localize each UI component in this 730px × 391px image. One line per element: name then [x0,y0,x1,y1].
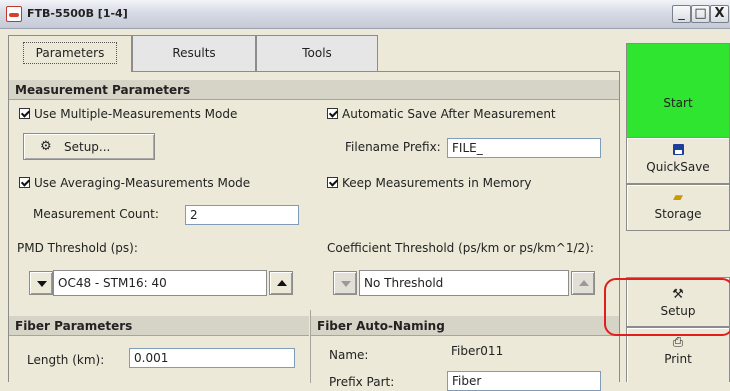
pmd-decrease-button[interactable] [29,271,53,295]
keep-memory-label: Keep Measurements in Memory [342,176,532,190]
keep-memory-check[interactable] [327,177,338,188]
coefficient-increase-button[interactable] [571,271,595,295]
pmd-increase-button[interactable] [269,271,293,295]
parameters-panel: Measurement Parameters Use Multiple-Meas… [8,71,620,391]
coefficient-threshold-label: Coefficient Threshold (ps/km or ps/km^1/… [327,241,594,255]
keep-memory-checkbox[interactable]: Keep Measurements in Memory [327,176,531,190]
folder-icon: ▰ [673,190,683,205]
maximize-button[interactable]: □ [691,5,710,23]
filename-prefix-label: Filename Prefix: [345,140,441,154]
length-label: Length (km): [27,353,105,367]
minimize-button[interactable]: _ [672,5,691,23]
averaging-label: Use Averaging-Measurements Mode [34,176,251,190]
name-label: Name: [329,348,369,362]
tab-parameters-label: Parameters [22,42,118,64]
tab-tools[interactable]: Tools [256,35,378,71]
print-label: Print [664,352,692,366]
prefix-part-input[interactable]: Fiber [447,371,601,391]
name-value: Fiber011 [451,344,504,358]
measurement-parameters-heading: Measurement Parameters [9,80,619,100]
window-title: FTB-5500B [1-4] [27,7,128,20]
measurement-count-input[interactable]: 2 [185,205,299,225]
fiber-auto-naming-heading: Fiber Auto-Naming [311,316,619,336]
app-icon [6,6,22,22]
tab-parameters[interactable]: Parameters [8,35,132,72]
storage-button[interactable]: ▰ Storage [626,184,730,231]
quicksave-label: QuickSave [646,160,710,174]
averaging-checkbox[interactable]: Use Averaging-Measurements Mode [19,176,250,190]
pmd-threshold-label: PMD Threshold (ps): [17,241,138,255]
length-input[interactable]: 0.001 [129,348,295,368]
auto-save-checkbox[interactable]: Automatic Save After Measurement [327,107,556,121]
settings-icon: ⚙ [40,139,52,154]
setup-button[interactable]: ⚙ Setup... [23,133,155,160]
measurement-count-label: Measurement Count: [33,207,159,221]
fiber-parameters-heading: Fiber Parameters [9,316,309,336]
title-bar: FTB-5500B [1-4] _ □ X [0,0,730,29]
quicksave-button[interactable]: QuickSave [626,137,730,184]
coefficient-decrease-button[interactable] [333,271,357,295]
coefficient-threshold-select[interactable]: No Threshold [359,270,569,296]
averaging-check[interactable] [19,177,30,188]
pmd-threshold-select[interactable]: OC48 - STM16: 40 [53,270,267,296]
filename-prefix-input[interactable]: FILE_ [447,138,601,158]
auto-save-label: Automatic Save After Measurement [342,107,556,121]
close-button[interactable]: X [710,5,729,23]
multi-mode-checkbox[interactable]: Use Multiple-Measurements Mode [19,107,237,121]
tab-results[interactable]: Results [132,35,256,71]
prefix-part-label: Prefix Part: [329,375,395,389]
setup-highlight-annotation [604,278,730,336]
auto-save-check[interactable] [327,108,338,119]
floppy-disk-icon [627,144,729,158]
printer-icon: ⎙ [672,335,684,350]
storage-label: Storage [654,207,702,221]
multi-mode-check[interactable] [19,108,30,119]
setup-button-label: Setup... [64,140,111,154]
multi-mode-label: Use Multiple-Measurements Mode [34,107,238,121]
